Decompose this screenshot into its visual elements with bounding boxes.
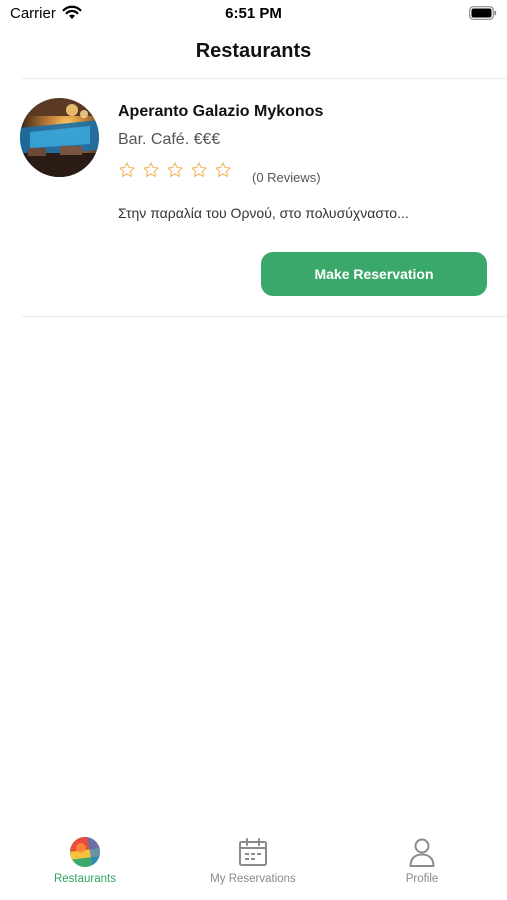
tab-label-my-reservations: My Reservations	[210, 873, 296, 885]
battery-icon	[469, 6, 497, 20]
tab-label-restaurants: Restaurants	[53, 873, 116, 885]
clock: 6:51 PM	[225, 5, 282, 22]
star-outline-icon	[191, 162, 207, 177]
tab-profile[interactable]: Profile	[357, 836, 487, 892]
star-outline-icon	[119, 162, 135, 177]
restaurant-photo-image	[20, 98, 99, 177]
review-count: (0 Reviews)	[252, 170, 321, 185]
tab-restaurants[interactable]: Restaurants	[20, 836, 150, 892]
restaurants-logo-icon	[70, 837, 100, 867]
calendar-icon	[239, 838, 267, 866]
tab-bar: Restaurants My Reservations Profile	[0, 830, 507, 900]
card-divider	[22, 316, 507, 317]
restaurant-name[interactable]: Aperanto Galazio Mykonos	[118, 103, 323, 121]
star-outline-icon	[167, 162, 183, 177]
rating-stars	[118, 161, 232, 179]
star-outline-icon	[215, 162, 231, 177]
restaurant-photo[interactable]	[20, 98, 99, 177]
make-reservation-button[interactable]: Make Reservation	[261, 252, 487, 296]
page-title: Restaurants	[195, 40, 312, 62]
star-outline-icon	[143, 162, 159, 177]
restaurant-description: Στην παραλία του Ορνού, στο πολυσύχναστο…	[118, 205, 409, 221]
person-icon	[409, 838, 435, 867]
status-bar: Carrier 6:51 PM	[0, 0, 507, 30]
tab-my-reservations[interactable]: My Reservations	[188, 836, 318, 892]
restaurant-card[interactable]: Aperanto Galazio Mykonos Bar. Café. €€€ …	[0, 79, 507, 317]
restaurant-type: Bar. Café. €€€	[118, 131, 221, 148]
tab-label-profile: Profile	[405, 873, 439, 885]
